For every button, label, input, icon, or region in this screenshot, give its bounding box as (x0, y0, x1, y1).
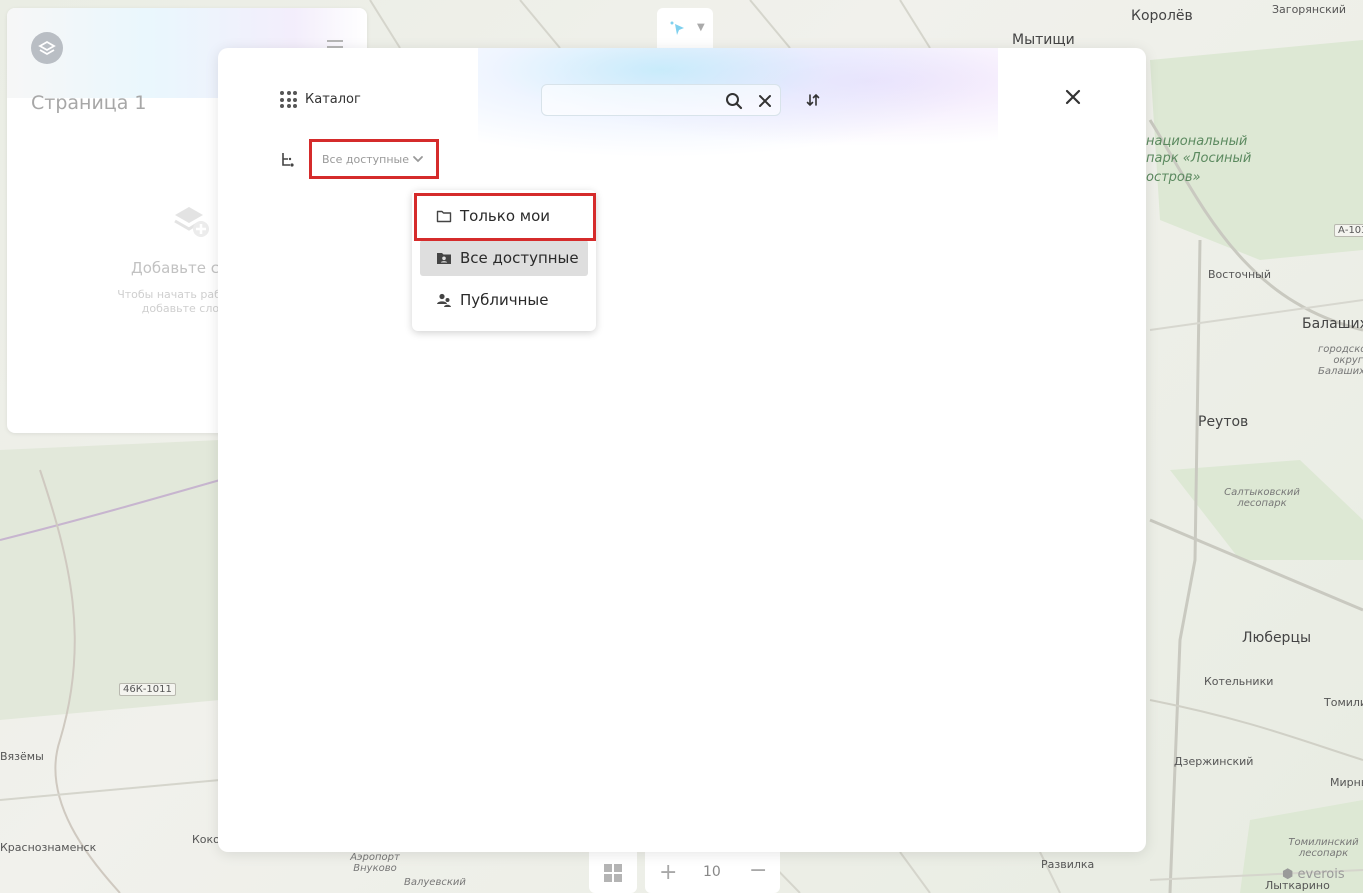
ownership-filter-select[interactable]: Все доступные (309, 139, 439, 179)
folder-icon (436, 210, 452, 223)
add-layer-icon (174, 207, 209, 237)
map-park-label: парк «Лосиный (1146, 151, 1252, 166)
grid-icon (604, 864, 622, 882)
option-label: Публичные (460, 291, 549, 309)
option-all-available[interactable]: Все доступные (420, 240, 588, 276)
chevron-down-icon[interactable]: ▼ (697, 22, 705, 33)
map-small-label: Томилинский лесопарк (1288, 837, 1359, 859)
zoom-level: 10 (703, 864, 721, 880)
close-icon[interactable] (1064, 88, 1082, 106)
layers-icon (38, 40, 56, 56)
map-label: Валуевский (404, 877, 466, 888)
map-label: Краснознаменск (0, 841, 97, 854)
zoom-in-button[interactable]: + (659, 860, 677, 885)
clear-search-icon[interactable] (756, 92, 774, 110)
filter-selected-value: Все доступные (322, 153, 409, 166)
brand-icon: ⬢ (1282, 867, 1294, 882)
road-badge: 46К-1011 (119, 683, 176, 696)
map-label: Дзержинский (1174, 755, 1254, 768)
cursor-icon (670, 21, 684, 35)
cursor-tool-button[interactable]: ▼ (657, 8, 713, 48)
option-label: Только мои (460, 207, 551, 225)
map-label: Люберцы (1242, 630, 1312, 646)
map-label: Мытищи (1012, 32, 1075, 48)
zoom-out-button[interactable]: − (749, 858, 767, 883)
road-badge: А-103 (1334, 224, 1363, 237)
option-public[interactable]: Публичные (420, 282, 588, 318)
app-logo[interactable] (31, 32, 63, 64)
map-label: Восточный (1208, 268, 1271, 281)
chevron-down-icon (413, 156, 423, 163)
page-title: Страница 1 (31, 92, 147, 114)
map-label: Развилка (1041, 858, 1095, 871)
map-label: Реутов (1198, 414, 1249, 430)
grid-dots-icon (280, 91, 297, 108)
map-label: Котельники (1204, 675, 1274, 688)
option-label: Все доступные (460, 249, 579, 267)
map-label: Коко (192, 833, 220, 846)
search-icon[interactable] (724, 91, 744, 111)
ownership-dropdown: Только мои Все доступные Публичные (412, 190, 596, 331)
map-small-label: Аэропорт Внуково (350, 852, 400, 874)
catalog-modal: Каталог Все доступные Только мои Все дос… (218, 48, 1146, 852)
map-small-label: Салтыковский лесопарк (1224, 487, 1300, 509)
folder-user-icon (437, 253, 451, 264)
map-label: Мирный (1330, 776, 1363, 789)
map-label: Балашиха (1302, 316, 1363, 332)
grid-view-button[interactable] (589, 852, 637, 893)
search-input[interactable] (550, 91, 710, 111)
sort-arrows-icon[interactable] (803, 90, 823, 110)
catalog-header: Каталог (280, 91, 361, 108)
map-label: Загорянский (1272, 3, 1347, 16)
map-park-label: национальный (1146, 134, 1248, 149)
catalog-title: Каталог (305, 92, 361, 107)
map-park-label: остров» (1146, 170, 1201, 185)
map-label: Вязёмы (0, 750, 44, 763)
tree-icon (282, 153, 294, 167)
catalog-search (541, 84, 781, 116)
map-small-label: городской округ Балашиха (1318, 344, 1363, 377)
zoom-control: + 10 − (645, 852, 780, 893)
users-icon (437, 293, 451, 307)
map-label: Королёв (1131, 8, 1193, 24)
option-only-mine[interactable]: Только мои (420, 198, 588, 234)
brand-text: everois (1297, 867, 1345, 882)
empty-state-title: Добавьте сл (131, 259, 229, 277)
brand-logo: ⬢ everois (1282, 867, 1345, 882)
map-label: Томилино (1324, 696, 1363, 709)
